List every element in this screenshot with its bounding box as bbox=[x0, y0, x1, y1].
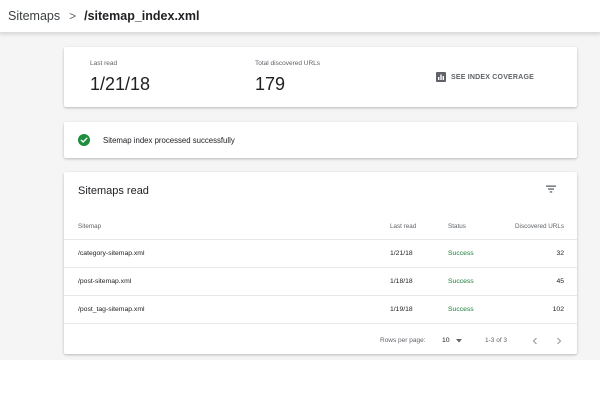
total-urls-value: 179 bbox=[255, 74, 286, 94]
filter-button[interactable] bbox=[544, 182, 558, 196]
bar-chart-icon bbox=[436, 72, 446, 82]
table-pagination: Rows per page: 10 1-3 of 3 bbox=[64, 323, 577, 355]
banner-message: Sitemap index processed successfully bbox=[103, 135, 235, 145]
breadcrumb-separator: > bbox=[69, 9, 77, 23]
last-read-label: Last read bbox=[90, 60, 118, 67]
sitemap-name: /post_tag-sitemap.xml bbox=[78, 306, 145, 313]
rows-per-page-label: Rows per page: bbox=[380, 337, 426, 344]
column-header-sitemap[interactable]: Sitemap bbox=[78, 223, 101, 230]
page-title: /sitemap_index.xml bbox=[84, 9, 200, 23]
status-badge: Success bbox=[448, 278, 474, 285]
top-bar: Sitemaps > /sitemap_index.xml bbox=[0, 0, 600, 33]
column-header-last-read[interactable]: Last read bbox=[390, 223, 416, 230]
table-row[interactable]: /post-sitemap.xml 1/18/18 Success 45 bbox=[64, 267, 577, 296]
breadcrumb-sitemaps[interactable]: Sitemaps bbox=[8, 9, 60, 23]
sitemaps-table-card: Sitemaps read Sitemap Last read Status D… bbox=[64, 172, 577, 354]
table-row[interactable]: /category-sitemap.xml 1/21/18 Success 32 bbox=[64, 239, 577, 268]
table-title: Sitemaps read bbox=[78, 185, 149, 197]
see-index-coverage-label: SEE INDEX COVERAGE bbox=[451, 73, 534, 81]
chevron-left-icon bbox=[532, 337, 537, 345]
previous-page-button[interactable] bbox=[529, 334, 541, 346]
column-header-discovered-urls[interactable]: Discovered URLs bbox=[484, 223, 564, 230]
filter-icon bbox=[546, 185, 556, 193]
main-content: Last read 1/21/18 Total discovered URLs … bbox=[0, 33, 600, 360]
last-read-date: 1/18/18 bbox=[390, 278, 413, 285]
discovered-urls-count: 32 bbox=[556, 250, 564, 257]
caret-down-icon bbox=[456, 339, 462, 343]
status-badge: Success bbox=[448, 306, 474, 313]
next-page-button[interactable] bbox=[553, 334, 565, 346]
rows-per-page-value: 10 bbox=[442, 337, 450, 344]
total-urls-label: Total discovered URLs bbox=[255, 60, 321, 67]
chevron-right-icon bbox=[557, 337, 562, 345]
page-range: 1-3 of 3 bbox=[485, 337, 508, 344]
check-circle-icon bbox=[78, 134, 90, 146]
sitemap-name: /category-sitemap.xml bbox=[78, 250, 145, 257]
last-read-date: 1/19/18 bbox=[390, 306, 413, 313]
column-header-status[interactable]: Status bbox=[448, 223, 466, 230]
status-badge: Success bbox=[448, 250, 474, 257]
last-read-date: 1/21/18 bbox=[390, 250, 413, 257]
last-read-value: 1/21/18 bbox=[90, 74, 151, 94]
see-index-coverage-button[interactable]: SEE INDEX COVERAGE bbox=[436, 72, 534, 82]
discovered-urls-count: 102 bbox=[552, 306, 564, 313]
sitemap-name: /post-sitemap.xml bbox=[78, 278, 132, 285]
stats-card: Last read 1/21/18 Total discovered URLs … bbox=[64, 47, 577, 107]
discovered-urls-count: 45 bbox=[556, 278, 564, 285]
rows-per-page-select[interactable]: 10 bbox=[440, 332, 466, 348]
table-row[interactable]: /post_tag-sitemap.xml 1/19/18 Success 10… bbox=[64, 295, 577, 324]
status-banner: Sitemap index processed successfully bbox=[64, 122, 577, 158]
